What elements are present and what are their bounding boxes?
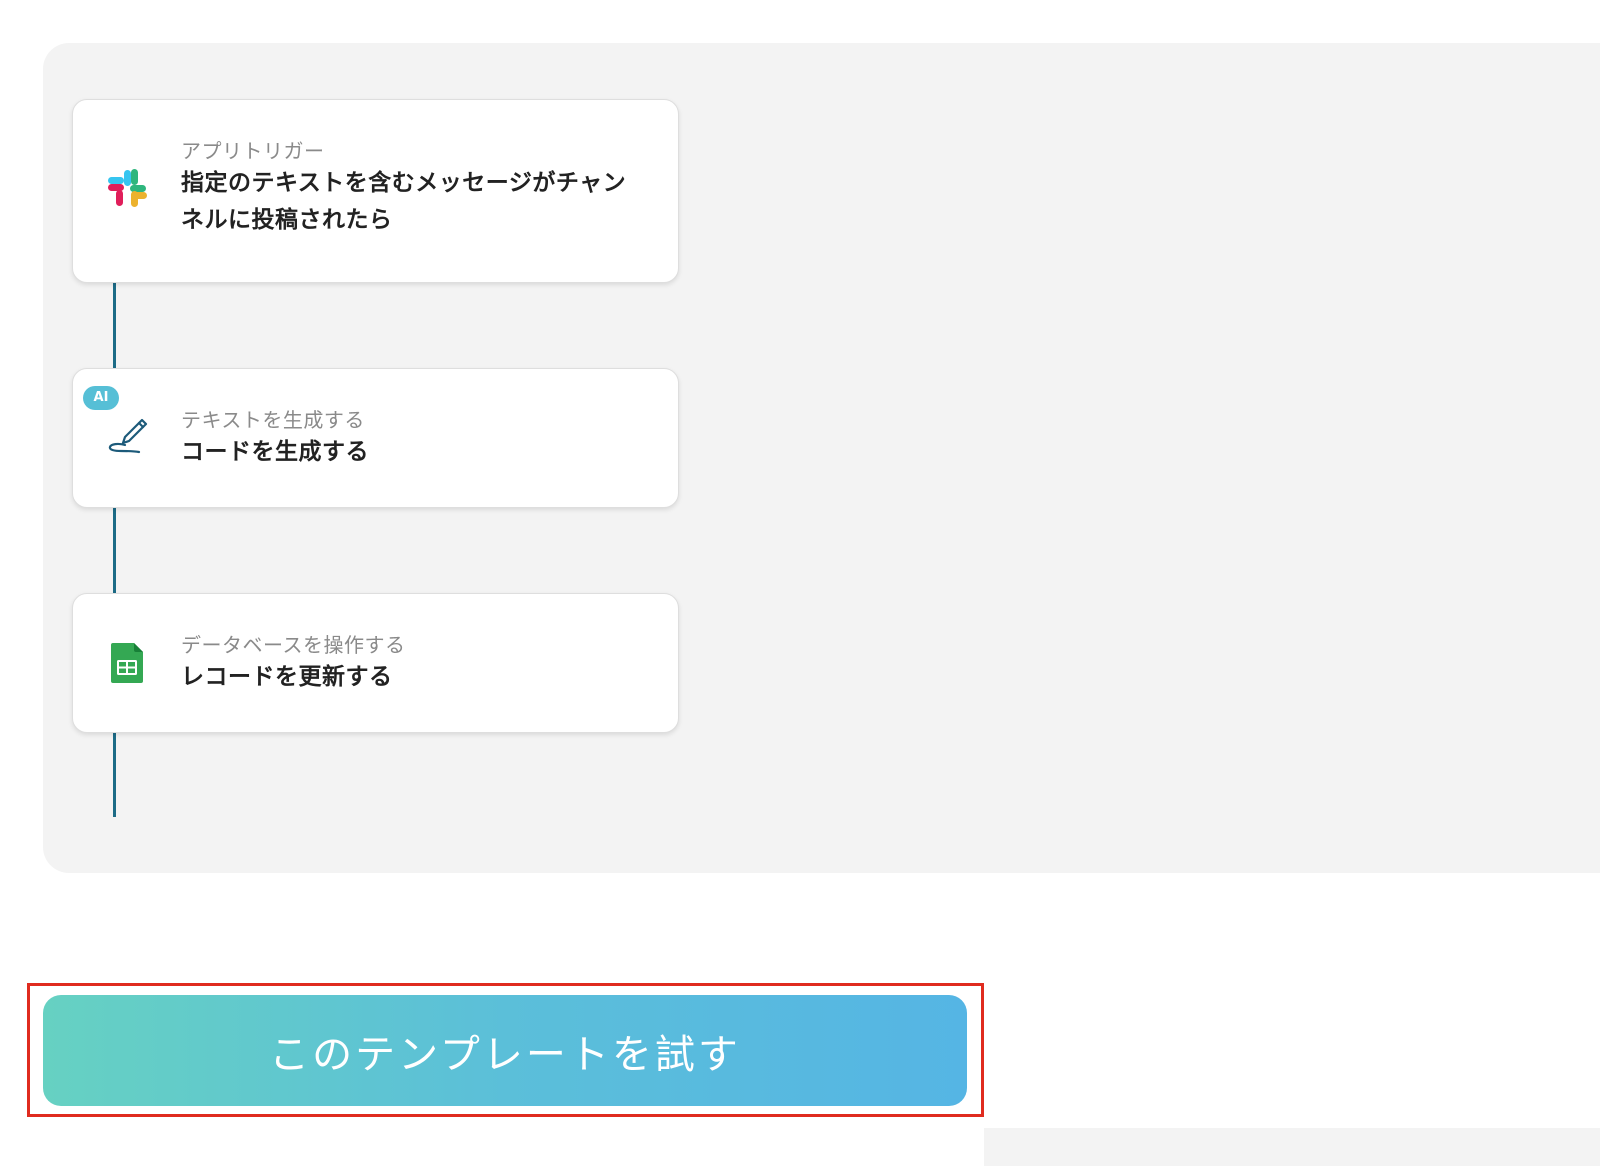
step-title-line: 指定のテキストを含むメッセージがチャン: [181, 170, 627, 196]
flow-step-generate-text[interactable]: AI テキストを生成する コードを生成する: [72, 368, 679, 508]
flow-step-app-trigger[interactable]: アプリトリガー 指定のテキストを含むメッセージがチャン ネルに投稿されたら: [72, 99, 679, 283]
step-title: 指定のテキストを含むメッセージがチャン ネルに投稿されたら: [181, 165, 648, 239]
step-type-label: アプリトリガー: [181, 139, 325, 163]
footer-strip: [984, 1128, 1600, 1166]
try-template-button[interactable]: このテンプレートを試す: [43, 995, 967, 1106]
ai-badge: AI: [83, 386, 119, 410]
flow-connector: [113, 733, 116, 817]
step-type-label: テキストを生成する: [181, 408, 365, 432]
step-title: レコードを更新する: [181, 664, 393, 690]
slack-icon: [105, 166, 149, 210]
pen-signature-icon: [105, 414, 149, 458]
step-title-line: ネルに投稿されたら: [181, 207, 393, 233]
step-type-label: データベースを操作する: [181, 633, 406, 657]
flow-step-database[interactable]: データベースを操作する レコードを更新する: [72, 593, 679, 733]
flow-connector: [113, 508, 116, 594]
google-sheets-icon: [105, 641, 149, 685]
step-title: コードを生成する: [181, 439, 369, 465]
flow-connector: [113, 283, 116, 368]
